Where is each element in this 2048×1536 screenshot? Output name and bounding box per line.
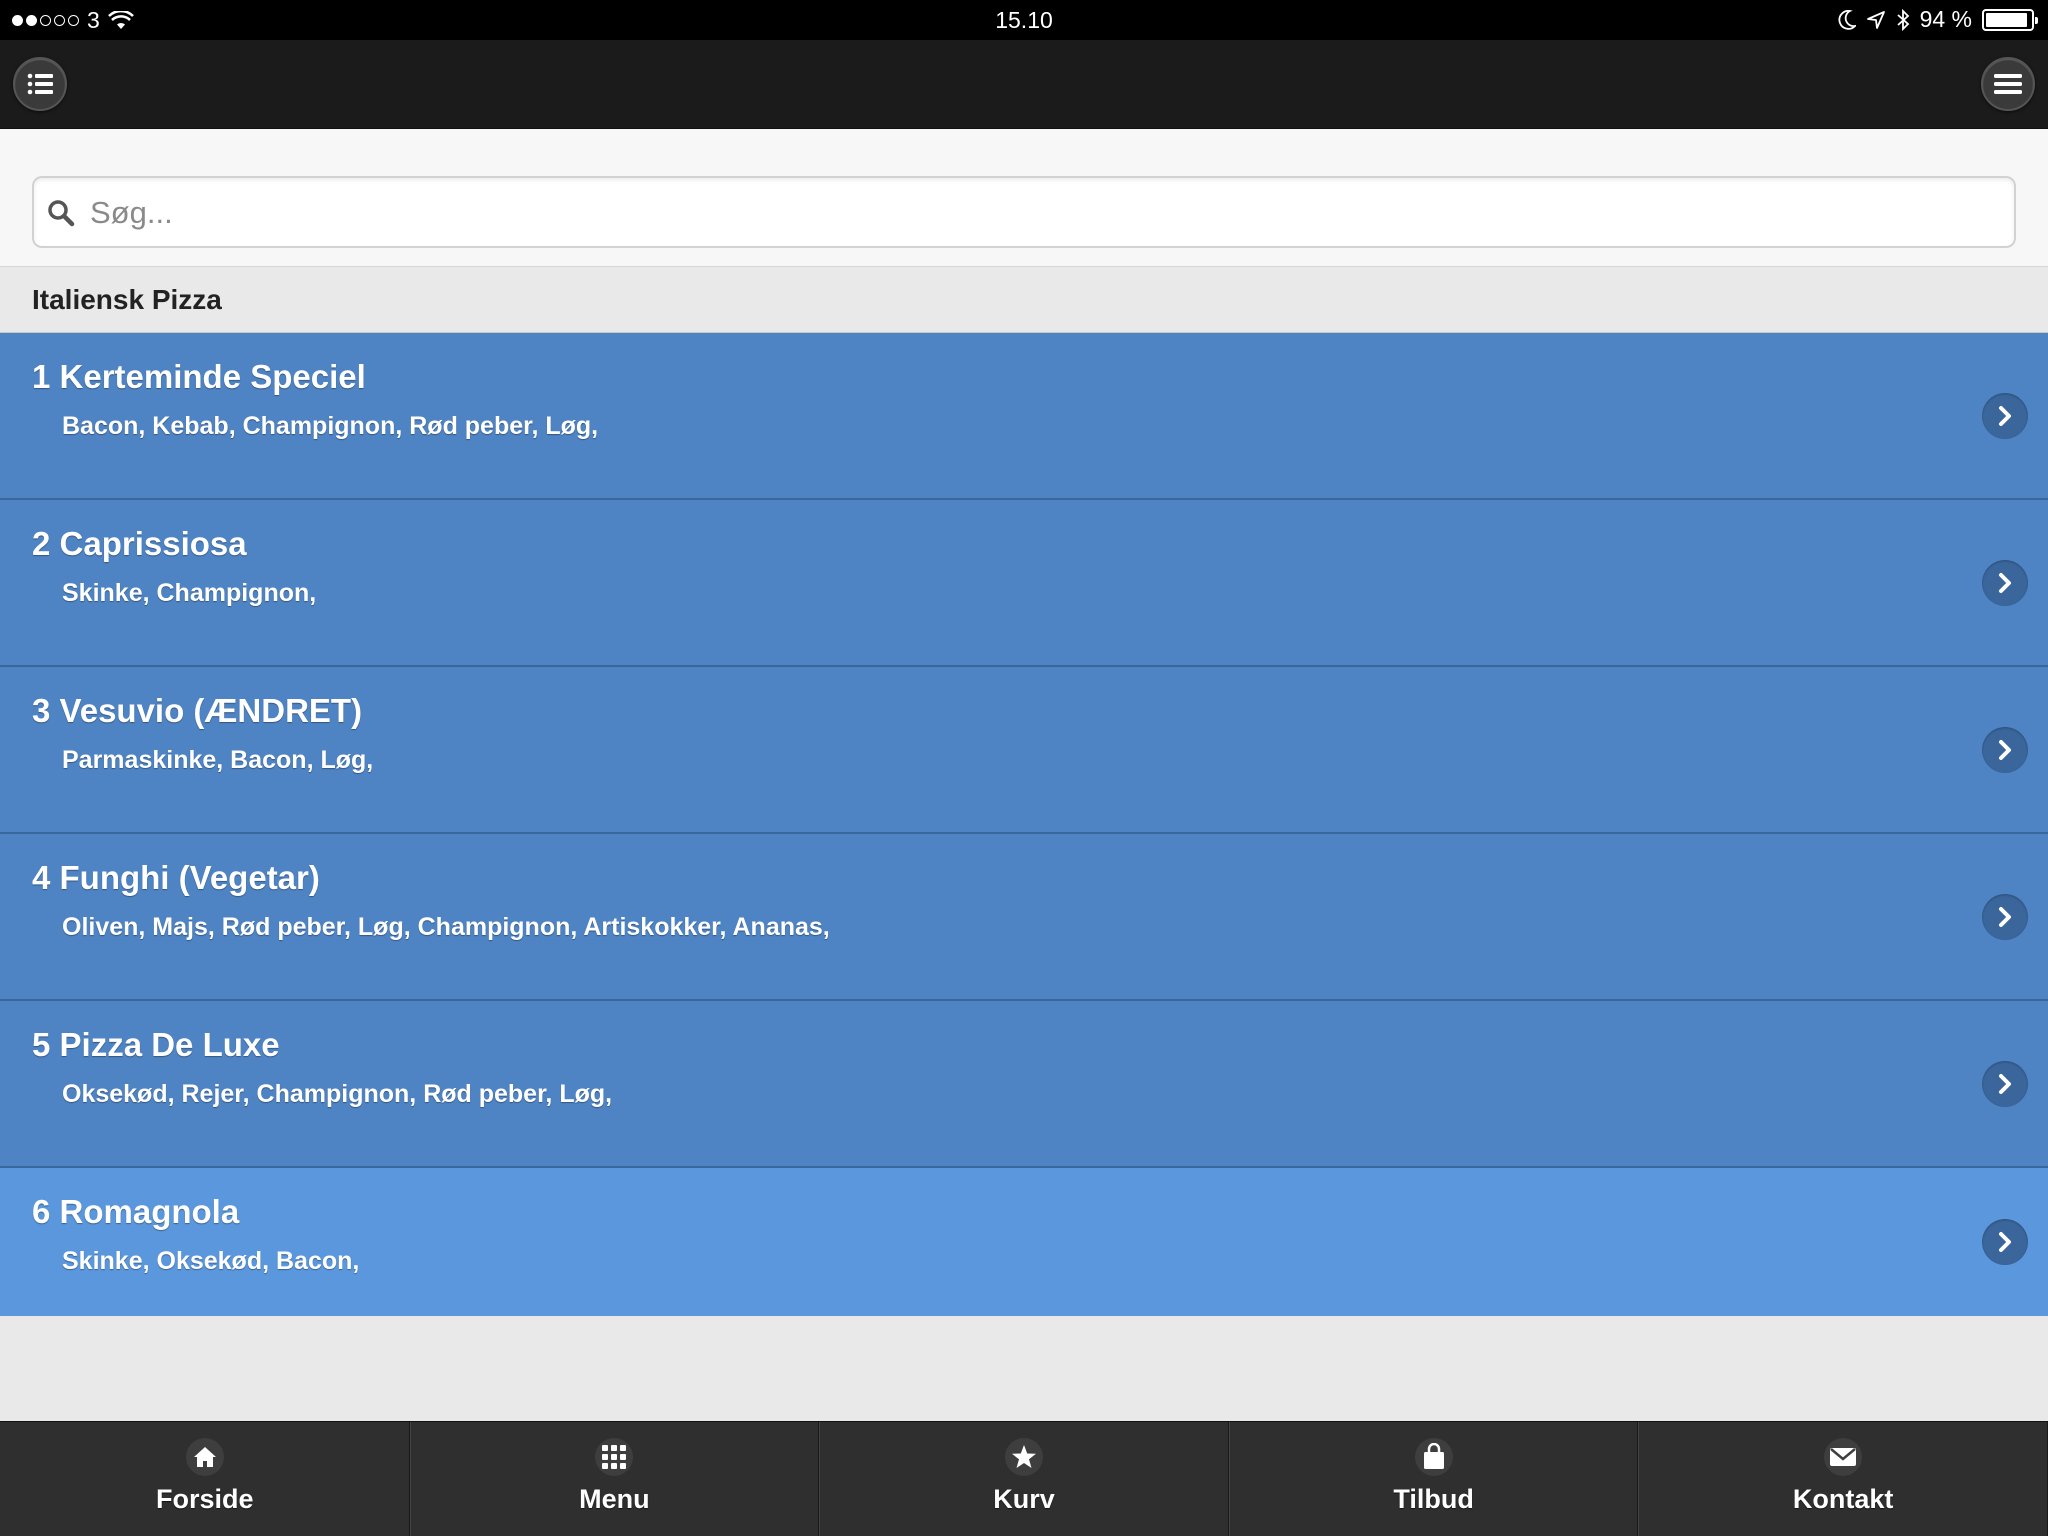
item-description: Skinke, Oksekød, Bacon, [62,1247,360,1275]
nav-forside[interactable]: Forside [0,1422,410,1536]
nav-tilbud[interactable]: Tilbud [1228,1422,1639,1536]
battery-icon [1982,8,2038,31]
nav-label: Menu [579,1484,650,1514]
chevron-right-icon[interactable] [1982,560,2028,606]
star-icon [1004,1438,1043,1476]
chevron-right-icon[interactable] [1982,727,2028,773]
status-bar: 3 15.10 94 % [0,0,2048,40]
app-header [0,40,2048,129]
nav-label: Kontakt [1792,1484,1894,1514]
moon-icon [1838,9,1856,30]
list-button[interactable] [13,57,67,111]
search-bar [0,129,2048,267]
chevron-right-icon[interactable] [1982,894,2028,940]
battery-fill [1986,12,2028,27]
battery-percent: 94 % [1919,6,1972,32]
envelope-icon [1824,1438,1863,1476]
item-title: 3 Vesuvio (ÆNDRET) [32,692,363,729]
item-title: 2 Caprissiosa [32,525,247,562]
item-description: Oksekød, Rejer, Champignon, Rød peber, L… [62,1080,613,1108]
list-item[interactable]: 5 Pizza De Luxe Oksekød, Rejer, Champigno… [0,1001,2048,1168]
menu-list: Italiensk Pizza 1 Kerteminde Speciel Baco… [0,267,2048,1316]
grid-icon [595,1438,634,1476]
item-description: Parmaskinke, Bacon, Løg, [62,746,374,774]
nav-label: Forside [156,1484,254,1514]
nav-label: Kurv [993,1484,1055,1514]
item-description: Skinke, Champignon, [62,579,317,607]
chevron-right-icon[interactable] [1982,1219,2028,1265]
chevron-right-icon[interactable] [1982,1061,2028,1107]
nav-label: Tilbud [1393,1484,1474,1514]
list-item[interactable]: 1 Kerteminde Speciel Bacon, Kebab, Champi… [0,333,2048,500]
item-description: Oliven, Majs, Rød peber, Løg, Champignon… [62,913,830,941]
category-divider: Italiensk Pizza [0,267,2048,333]
nav-menu[interactable]: Menu [409,1422,820,1536]
location-arrow-icon [1866,10,1885,29]
list-item[interactable]: 2 Caprissiosa Skinke, Champignon, [0,500,2048,667]
status-time: 15.10 [995,7,1053,33]
hamburger-menu-icon [1994,74,2022,94]
nav-kontakt[interactable]: Kontakt [1638,1422,2048,1536]
nav-kurv[interactable]: Kurv [819,1422,1229,1536]
search-box[interactable] [32,176,2016,248]
status-right: 94 % [1838,6,2038,33]
item-description: Bacon, Kebab, Champignon, Rød peber, Løg… [62,412,599,440]
chevron-right-icon[interactable] [1982,393,2028,439]
bluetooth-icon [1896,8,1909,31]
list-item[interactable]: 4 Funghi (Vegetar) Oliven, Majs, Rød pebe… [0,834,2048,1001]
item-title: 4 Funghi (Vegetar) [32,859,320,896]
category-title: Italiensk Pizza [32,283,222,315]
list-item[interactable]: 6 Romagnola Skinke, Oksekød, Bacon, [0,1168,2048,1316]
search-icon [48,200,75,227]
list-icon [27,73,53,95]
item-title: 5 Pizza De Luxe [32,1026,280,1063]
menu-button[interactable] [1981,57,2035,111]
home-icon [185,1438,224,1476]
list-item[interactable]: 3 Vesuvio (ÆNDRET) Parmaskinke, Bacon, Lø… [0,667,2048,834]
item-title: 6 Romagnola [32,1193,240,1230]
search-input[interactable] [90,186,1990,240]
item-title: 1 Kerteminde Speciel [32,358,366,395]
bottom-navbar: Forside Menu Kurv Tilbud Kontakt [0,1421,2048,1536]
shopping-bag-icon [1414,1438,1453,1476]
